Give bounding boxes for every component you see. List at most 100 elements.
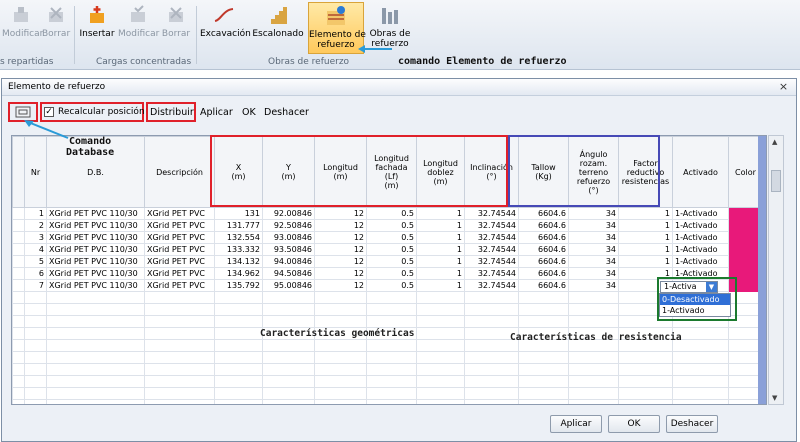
cell-y[interactable]: 95.00846 <box>262 279 315 292</box>
cell-tallow[interactable]: 6604.6 <box>518 219 569 232</box>
cell-tallow[interactable]: 6604.6 <box>518 279 569 292</box>
cell-factor[interactable]: 1 <box>618 255 673 268</box>
cell-x[interactable]: 133.332 <box>214 243 263 256</box>
cell-x[interactable]: 132.554 <box>214 231 263 244</box>
cell-ld[interactable]: 1 <box>416 243 465 256</box>
scroll-down-icon[interactable]: ▼ <box>772 394 777 402</box>
table-row[interactable]: 3 XGrid PET PVC 110/30 XGrid PET PVC 132.55… <box>12 231 763 244</box>
cell-ld[interactable]: 1 <box>416 255 465 268</box>
column-header-desc[interactable]: Descripción <box>144 136 215 208</box>
cell-db[interactable]: XGrid PET PVC 110/30 <box>46 243 145 256</box>
database-icon[interactable] <box>15 106 31 118</box>
cell-act[interactable]: 1-Activado <box>672 219 729 232</box>
cell-inc[interactable]: 32.74544 <box>464 267 519 280</box>
cell-ld[interactable]: 1 <box>416 219 465 232</box>
cell-tallow[interactable]: 6604.6 <box>518 255 569 268</box>
cell-desc[interactable]: XGrid PET PVC <box>144 207 215 220</box>
row-selector[interactable] <box>12 243 25 256</box>
escalonado-button[interactable]: Escalonado <box>252 4 304 48</box>
cell-nr[interactable]: 7 <box>24 279 47 292</box>
elemento-refuerzo-button[interactable]: Elemento de refuerzo <box>308 2 366 54</box>
cell-longitud[interactable]: 12 <box>314 279 367 292</box>
row-selector[interactable] <box>12 255 25 268</box>
cell-longitud[interactable]: 12 <box>314 243 367 256</box>
scroll-up-icon[interactable]: ▲ <box>772 138 777 146</box>
cell-desc[interactable]: XGrid PET PVC <box>144 279 215 292</box>
borrar-button-1[interactable]: Borrar <box>42 4 70 48</box>
cell-lf[interactable]: 0.5 <box>366 279 417 292</box>
deshacer-toolbar-button[interactable]: Deshacer <box>264 107 309 118</box>
dropdown-option-desactivado[interactable]: 0-Desactivado <box>660 294 730 305</box>
cell-ang[interactable]: 34 <box>568 279 619 292</box>
cell-tallow[interactable]: 6604.6 <box>518 231 569 244</box>
cell-db[interactable]: XGrid PET PVC 110/30 <box>46 219 145 232</box>
table-row[interactable]: 7 XGrid PET PVC 110/30 XGrid PET PVC 135.79… <box>12 279 763 292</box>
insertar-button[interactable]: Insertar <box>78 4 116 48</box>
row-selector[interactable] <box>12 267 25 280</box>
scroll-thumb[interactable] <box>771 170 781 192</box>
cell-factor[interactable]: 1 <box>618 231 673 244</box>
recalcular-checkbox[interactable]: ✓ <box>44 107 54 117</box>
cell-lf[interactable]: 0.5 <box>366 207 417 220</box>
table-row[interactable]: 6 XGrid PET PVC 110/30 XGrid PET PVC 134.96… <box>12 267 763 280</box>
cell-nr[interactable]: 6 <box>24 267 47 280</box>
grid-scrollbar[interactable]: ▲ ▼ <box>768 135 784 405</box>
cell-x[interactable]: 135.792 <box>214 279 263 292</box>
cell-desc[interactable]: XGrid PET PVC <box>144 267 215 280</box>
cell-tallow[interactable]: 6604.6 <box>518 243 569 256</box>
cell-lf[interactable]: 0.5 <box>366 219 417 232</box>
cell-act[interactable]: 1-Activado <box>672 243 729 256</box>
cell-inc[interactable]: 32.74544 <box>464 219 519 232</box>
cell-nr[interactable]: 5 <box>24 255 47 268</box>
cell-y[interactable]: 93.50846 <box>262 243 315 256</box>
borrar-button-2[interactable]: Borrar <box>160 4 192 48</box>
cell-tallow[interactable]: 6604.6 <box>518 207 569 220</box>
cell-nr[interactable]: 2 <box>24 219 47 232</box>
aplicar-toolbar-button[interactable]: Aplicar <box>200 107 233 118</box>
cell-db[interactable]: XGrid PET PVC 110/30 <box>46 255 145 268</box>
cell-x[interactable]: 134.962 <box>214 267 263 280</box>
cell-desc[interactable]: XGrid PET PVC <box>144 255 215 268</box>
cell-act[interactable]: 1-Activado <box>672 231 729 244</box>
cell-nr[interactable]: 4 <box>24 243 47 256</box>
close-icon[interactable]: × <box>777 81 790 93</box>
cell-y[interactable]: 94.00846 <box>262 255 315 268</box>
cell-lf[interactable]: 0.5 <box>366 255 417 268</box>
deshacer-button[interactable]: Deshacer <box>666 415 718 433</box>
excavacion-button[interactable]: Excavación <box>200 4 251 48</box>
column-header-nr[interactable]: Nr <box>24 136 47 208</box>
cell-ang[interactable]: 34 <box>568 207 619 220</box>
cell-factor[interactable]: 1 <box>618 207 673 220</box>
cell-ld[interactable]: 1 <box>416 231 465 244</box>
cell-ld[interactable]: 1 <box>416 207 465 220</box>
cell-ang[interactable]: 34 <box>568 219 619 232</box>
cell-longitud[interactable]: 12 <box>314 267 367 280</box>
obras-refuerzo-button[interactable]: Obras de refuerzo <box>368 4 412 49</box>
cell-y[interactable]: 93.00846 <box>262 231 315 244</box>
cell-ang[interactable]: 34 <box>568 231 619 244</box>
cell-lf[interactable]: 0.5 <box>366 243 417 256</box>
cell-longitud[interactable]: 12 <box>314 207 367 220</box>
row-selector[interactable] <box>12 231 25 244</box>
ok-button[interactable]: OK <box>608 415 660 433</box>
cell-desc[interactable]: XGrid PET PVC <box>144 231 215 244</box>
cell-desc[interactable]: XGrid PET PVC <box>144 243 215 256</box>
row-selector[interactable] <box>12 279 25 292</box>
cell-inc[interactable]: 32.74544 <box>464 207 519 220</box>
cell-ld[interactable]: 1 <box>416 267 465 280</box>
ok-toolbar-button[interactable]: OK <box>242 107 256 118</box>
cell-db[interactable]: XGrid PET PVC 110/30 <box>46 267 145 280</box>
cell-nr[interactable]: 1 <box>24 207 47 220</box>
table-row[interactable]: 1 XGrid PET PVC 110/30 XGrid PET PVC 131 92.… <box>12 207 763 220</box>
table-row[interactable]: 5 XGrid PET PVC 110/30 XGrid PET PVC 134.13… <box>12 255 763 268</box>
cell-inc[interactable]: 32.74544 <box>464 255 519 268</box>
cell-tallow[interactable]: 6604.6 <box>518 267 569 280</box>
cell-inc[interactable]: 32.74544 <box>464 243 519 256</box>
cell-ld[interactable]: 1 <box>416 279 465 292</box>
cell-act[interactable]: 1-Activado <box>672 207 729 220</box>
cell-ang[interactable]: 34 <box>568 255 619 268</box>
cell-y[interactable]: 92.00846 <box>262 207 315 220</box>
table-row[interactable]: 4 XGrid PET PVC 110/30 XGrid PET PVC 133.33… <box>12 243 763 256</box>
cell-factor[interactable]: 1 <box>618 243 673 256</box>
cell-x[interactable]: 131 <box>214 207 263 220</box>
